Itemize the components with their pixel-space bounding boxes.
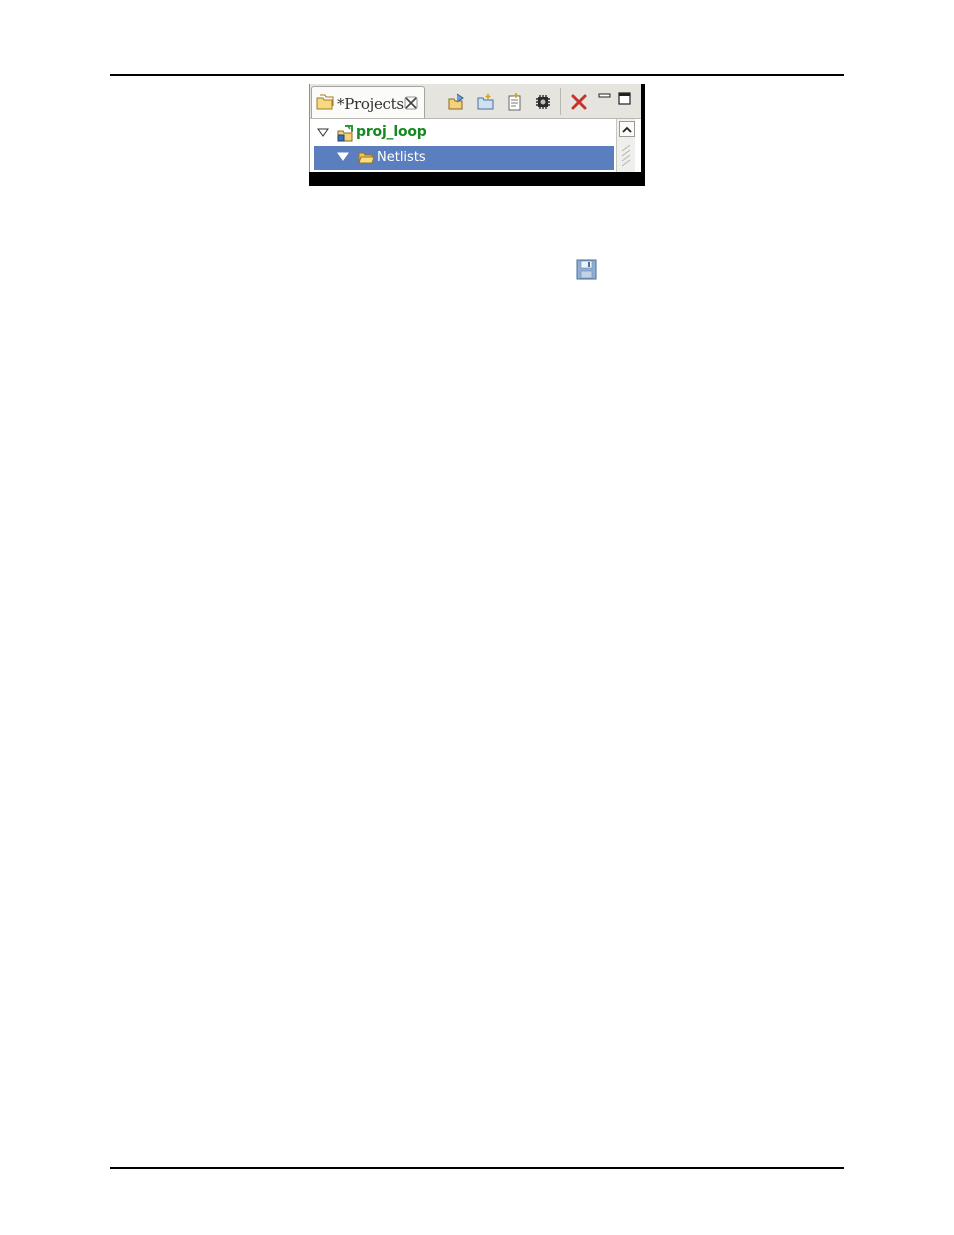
close-tab-icon[interactable]: [404, 96, 418, 110]
tree-item-label: proj_loop: [356, 124, 427, 140]
expand-arrow-icon[interactable]: [337, 152, 349, 162]
footer-rule: [110, 1167, 844, 1169]
maximize-icon[interactable]: [615, 89, 635, 109]
tab-projects-label: *Projects: [337, 95, 404, 113]
save-icon: [576, 259, 597, 280]
toolbar-separator: [560, 88, 561, 115]
scroll-up-button[interactable]: [619, 121, 635, 137]
header-rule: [110, 74, 844, 76]
tree-item-label: Netlists: [377, 150, 426, 165]
open-project-icon[interactable]: [447, 92, 467, 112]
expand-arrow-icon[interactable]: [317, 128, 329, 138]
build-icon[interactable]: [533, 92, 553, 112]
tree-item-proj-loop[interactable]: proj_loop: [310, 121, 614, 145]
view-tabbar: *Projects: [310, 84, 641, 119]
folder-open-icon: [358, 152, 375, 164]
tree-item-netlists[interactable]: Netlists: [314, 146, 614, 170]
project-tree: proj_loop Netlists: [310, 119, 614, 172]
minimize-icon[interactable]: [595, 89, 615, 109]
delete-icon[interactable]: [569, 92, 589, 112]
new-folder-icon[interactable]: [476, 92, 496, 112]
tab-projects[interactable]: *Projects: [311, 86, 425, 118]
projects-folder-icon: [316, 94, 334, 110]
project-icon: [337, 124, 353, 142]
properties-icon[interactable]: [505, 92, 525, 112]
vertical-scrollbar[interactable]: [616, 119, 635, 172]
projects-view-screenshot: *Projects proj_loop Netlists: [309, 84, 645, 186]
chevron-up-icon: [622, 126, 632, 133]
scroll-grip-icon[interactable]: [620, 141, 632, 167]
